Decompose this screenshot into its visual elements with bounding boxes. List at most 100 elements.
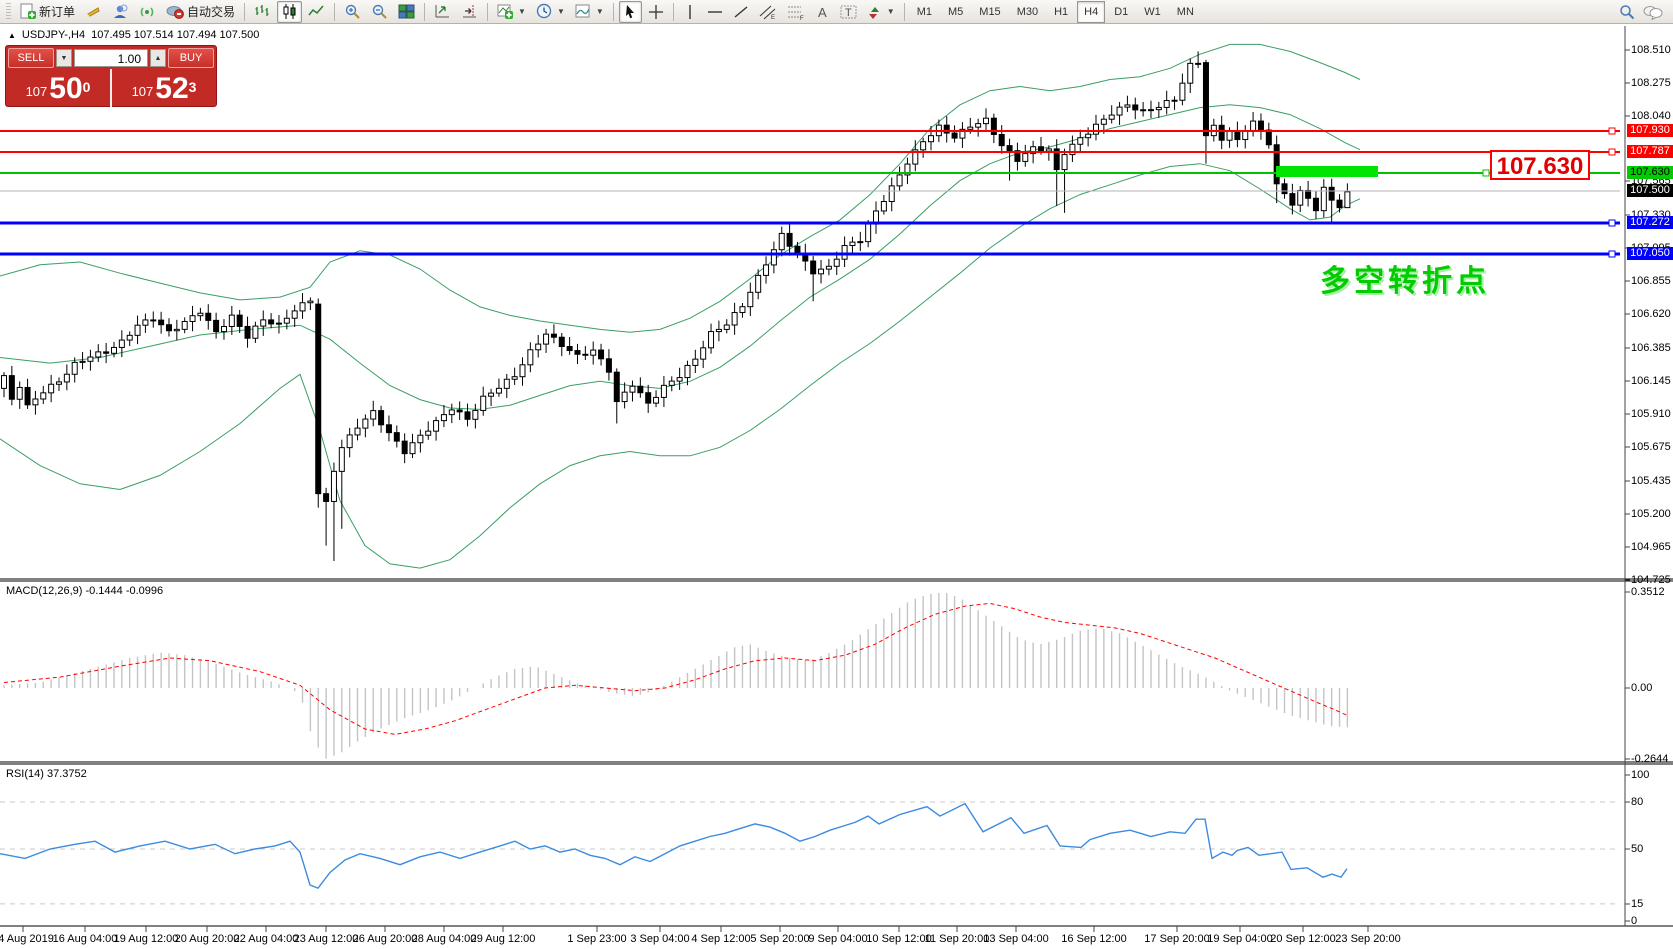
sell-price-big: 50 (49, 74, 82, 104)
candle-bull (88, 357, 93, 361)
candle-bull (630, 386, 635, 392)
collapse-arrow-icon[interactable]: ▲ (8, 31, 16, 40)
candle-bull (1078, 138, 1083, 145)
candle-bull (858, 242, 863, 243)
candle-bull (544, 334, 549, 344)
time-axis-label: 17 Sep 20:00 (1144, 933, 1209, 945)
time-axis-label: 19 Aug 12:00 (114, 933, 179, 945)
candle-bull (1251, 121, 1256, 131)
candle-bull (17, 387, 22, 399)
price-axis-tick: 106.855 (1631, 275, 1673, 287)
candle-bear (402, 441, 407, 454)
candle-bull (661, 385, 666, 397)
volume-increase-button[interactable]: ▲ (150, 49, 166, 67)
candle-bull (520, 365, 525, 377)
price-axis-tick: 104.725 (1631, 574, 1673, 586)
candle-bear (1235, 131, 1240, 139)
candle-bull (654, 397, 659, 403)
macd-signal-line (4, 603, 1347, 734)
candle-bull (976, 124, 981, 128)
volume-decrease-button[interactable]: ▼ (56, 49, 72, 67)
price-axis-badge-107.272: 107.272 (1627, 216, 1673, 229)
candle-bull (504, 379, 509, 388)
time-axis-label: 11 Sep 20:00 (925, 933, 990, 945)
buy-button[interactable]: BUY (168, 48, 214, 68)
macd-pane[interactable] (4, 593, 1347, 759)
time-axis-label: 3 Sep 04:00 (630, 933, 689, 945)
time-axis-label: 20 Sep 12:00 (1270, 933, 1335, 945)
time-axis-label: 19 Sep 04:00 (1207, 933, 1272, 945)
main-price-pane[interactable] (0, 44, 1620, 568)
price-axis-badge-107.930: 107.930 (1627, 124, 1673, 137)
candle-bear (1313, 198, 1318, 210)
candle-bull (1188, 63, 1193, 83)
candle-bear (214, 320, 219, 331)
candle-bear (1290, 194, 1295, 206)
price-level-callout[interactable]: 107.630 (1490, 150, 1590, 180)
candle-bear (638, 386, 643, 392)
line-handle[interactable] (1609, 128, 1615, 134)
buy-price-big: 52 (155, 74, 188, 104)
rsi-pane[interactable] (0, 802, 1620, 904)
price-axis-tick: 108.275 (1631, 77, 1673, 89)
candle-bull (300, 303, 305, 311)
candle-bear (551, 334, 556, 337)
buy-price[interactable]: 107 52 3 (112, 69, 216, 107)
rsi-axis-tick: 50 (1631, 843, 1673, 855)
candle-bull (748, 292, 753, 306)
candle-bear (795, 246, 800, 253)
candle-bull (127, 335, 132, 340)
candle-bull (489, 393, 494, 396)
line-handle[interactable] (1609, 251, 1615, 257)
macd-axis-tick: 0.3512 (1631, 586, 1673, 598)
support-zone-rect[interactable] (1276, 166, 1378, 177)
candle-bear (245, 326, 250, 338)
candle-bull (716, 329, 721, 331)
turning-point-note[interactable]: 多空转折点 (1320, 256, 1490, 300)
candle-bull (1109, 115, 1114, 119)
line-handle[interactable] (1609, 149, 1615, 155)
candle-bull (276, 323, 281, 324)
candle-bull (339, 448, 344, 472)
candle-bear (811, 261, 816, 274)
sell-price-handle: 107 (26, 80, 48, 104)
candle-bull (2, 376, 7, 389)
chart-canvas[interactable] (0, 0, 1673, 949)
candle-bear (25, 387, 30, 404)
candle-bull (834, 259, 839, 266)
macd-axis-tick: -0.2644 (1631, 753, 1673, 765)
price-axis-badge-107.630: 107.630 (1627, 166, 1673, 179)
price-axis-tick: 106.145 (1631, 375, 1673, 387)
candle-bull (1164, 101, 1169, 108)
candle-bull (669, 381, 674, 385)
candle-bear (457, 410, 462, 412)
candle-bull (842, 246, 847, 260)
time-axis-label: 16 Aug 04:00 (53, 933, 118, 945)
candle-bull (764, 265, 769, 275)
candle-bear (1274, 145, 1279, 184)
candle-bull (1148, 110, 1153, 111)
candle-bull (771, 250, 776, 265)
candle-bear (9, 376, 14, 400)
volume-input[interactable]: 1.00 (74, 49, 148, 67)
candle-bull (221, 326, 226, 331)
candle-bull (198, 313, 203, 315)
line-handle[interactable] (1483, 170, 1489, 176)
candle-bear (1282, 184, 1287, 194)
candle-bull (724, 325, 729, 329)
candle-bear (237, 315, 242, 326)
candle-bear (316, 304, 321, 494)
candle-bull (426, 431, 431, 435)
one-click-trading-panel: SELL ▼ 1.00 ▲ BUY 107 50 0 107 52 3 (5, 45, 217, 107)
sell-button[interactable]: SELL (8, 48, 54, 68)
candle-bull (1345, 192, 1350, 208)
candle-bull (1101, 119, 1106, 124)
sell-price-pip: 0 (83, 70, 91, 104)
sell-price[interactable]: 107 50 0 (6, 69, 112, 107)
candle-bear (559, 337, 564, 346)
line-handle[interactable] (1609, 220, 1615, 226)
candle-bull (709, 332, 714, 348)
candle-bull (111, 347, 116, 353)
candle-bull (80, 361, 85, 362)
candle-bull (984, 118, 989, 123)
